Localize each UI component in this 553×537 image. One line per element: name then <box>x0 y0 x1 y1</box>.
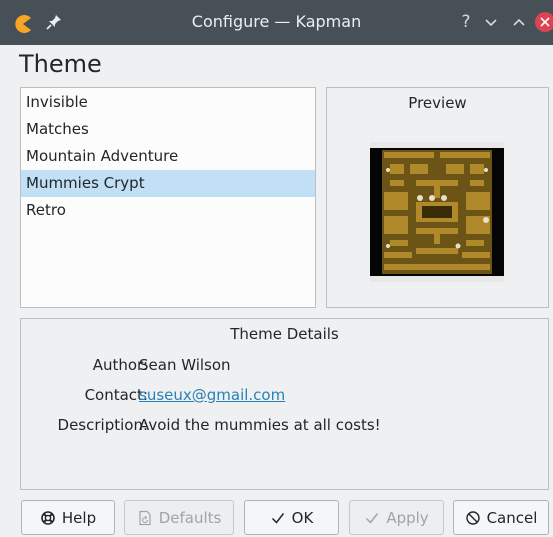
minimize-icon[interactable] <box>480 11 502 33</box>
help-icon[interactable]: ? <box>455 11 477 33</box>
help-button[interactable]: Help <box>21 500 115 535</box>
defaults-button[interactable]: Defaults <box>124 500 234 535</box>
apply-button-label: Apply <box>386 508 429 527</box>
theme-preview-image <box>370 142 504 282</box>
theme-details-group: Theme Details Author: Sean Wilson Contac… <box>20 318 549 490</box>
author-row: Author: Sean Wilson <box>21 356 550 378</box>
contact-row: Contact: suseux@gmail.com <box>21 386 550 408</box>
cancel-button[interactable]: Cancel <box>453 500 549 535</box>
theme-item-matches[interactable]: Matches <box>21 116 315 143</box>
theme-item-retro[interactable]: Retro <box>21 197 315 224</box>
document-revert-icon <box>139 510 151 525</box>
cancel-button-label: Cancel <box>486 508 538 527</box>
theme-details-title: Theme Details <box>230 325 339 343</box>
apply-button[interactable]: Apply <box>349 500 444 535</box>
help-lifebuoy-icon <box>41 510 55 525</box>
preview-title: Preview <box>408 94 467 112</box>
theme-item-mummies-crypt[interactable]: Mummies Crypt <box>21 170 315 197</box>
checkmark-icon <box>271 512 284 524</box>
ok-button[interactable]: OK <box>244 500 339 535</box>
checkmark-icon <box>366 512 379 524</box>
ok-button-label: OK <box>291 508 314 527</box>
title-bar[interactable]: Configure — Kapman ? <box>0 0 553 45</box>
author-value: Sean Wilson <box>139 356 231 374</box>
close-icon[interactable] <box>534 11 553 33</box>
description-row: Description: Avoid the mummies at all co… <box>21 416 550 438</box>
page-title: Theme <box>19 50 102 78</box>
contact-link[interactable]: suseux@gmail.com <box>139 386 285 404</box>
cancel-icon <box>465 510 480 525</box>
help-button-label: Help <box>61 508 97 527</box>
description-label: Description: <box>57 416 148 434</box>
theme-item-mountain-adventure[interactable]: Mountain Adventure <box>21 143 315 170</box>
preview-group: Preview <box>326 87 549 308</box>
maximize-icon[interactable] <box>508 11 530 33</box>
theme-list[interactable]: Invisible Matches Mountain Adventure Mum… <box>20 87 316 308</box>
theme-item-invisible[interactable]: Invisible <box>21 89 315 116</box>
description-value: Avoid the mummies at all costs! <box>139 416 381 434</box>
defaults-button-label: Defaults <box>158 508 222 527</box>
